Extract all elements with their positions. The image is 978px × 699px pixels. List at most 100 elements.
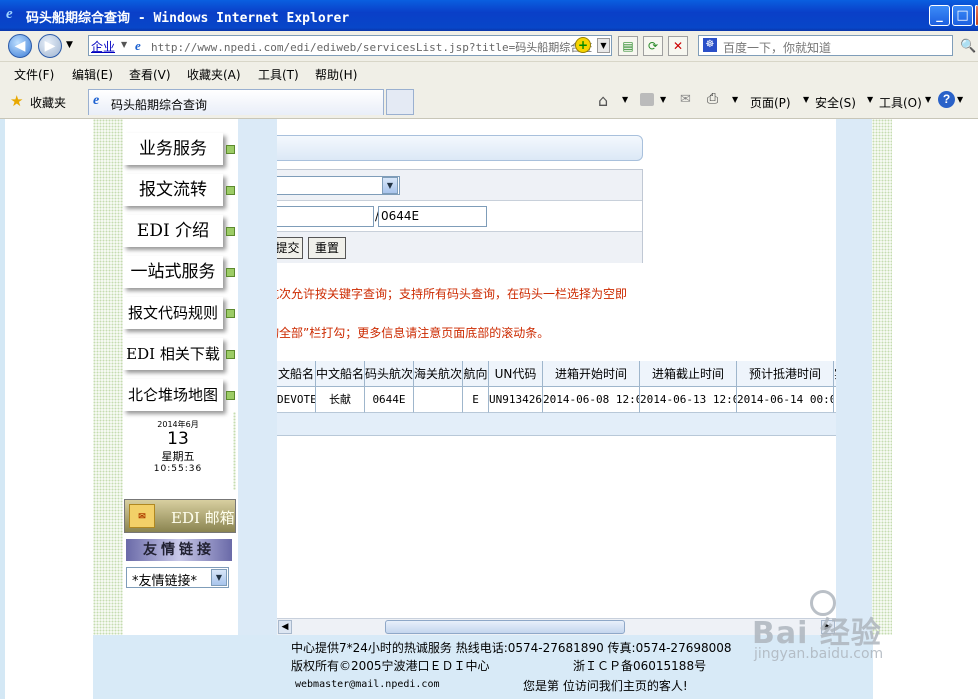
safety-dropdown-icon: ▼ (867, 95, 874, 104)
forward-icon[interactable]: ▶ (38, 34, 62, 58)
help-icon[interactable]: ? (938, 91, 955, 108)
footer-service-line: 中心提供7*24小时的热诚服务 热线电话:0574-27681890 传真:05… (291, 641, 732, 655)
safety-menu[interactable]: 安全(S) (815, 94, 856, 111)
date-day: 13 (167, 429, 189, 449)
menu-view[interactable]: 查看(V) (129, 66, 171, 83)
watermark-url: jingyan.baidu.com (754, 646, 884, 662)
tools-menu[interactable]: 工具(O) (879, 94, 922, 111)
compat-view-icon[interactable]: + (575, 37, 591, 53)
col-direction: 航向 (463, 361, 489, 387)
form-row-vessel: / 0644E (277, 201, 642, 232)
new-tab-button[interactable] (386, 89, 414, 115)
col-actual: 实 (834, 361, 836, 387)
minimize-button[interactable]: _ (929, 5, 950, 26)
submit-button[interactable]: 提交 (277, 237, 303, 259)
right-dot-border (872, 119, 892, 635)
ie-logo-icon: e (6, 6, 13, 22)
search-input[interactable]: ☸ 百度一下，你就知道 (698, 35, 953, 56)
chevron-down-icon[interactable]: ▼ (211, 569, 227, 586)
table-cell: 2014-06-14 00:00 (737, 387, 834, 413)
scroll-left-icon[interactable]: ◀ (278, 620, 292, 634)
favorites-button[interactable]: 收藏夹 (30, 94, 66, 111)
baidu-watermark: Bai 经验 jingyan.baidu.com (750, 590, 960, 662)
table-footer (277, 413, 836, 436)
nav-beilun-yard-map[interactable]: 北仑堆场地图 (123, 379, 223, 411)
feeds-icon[interactable] (640, 93, 654, 106)
rss-icon[interactable]: ▤ (618, 36, 638, 56)
nav-edi-intro[interactable]: EDI 介绍 (123, 215, 223, 247)
favorites-star-icon[interactable]: ★ (10, 92, 23, 110)
menu-tools[interactable]: 工具(T) (258, 66, 299, 83)
menu-edit[interactable]: 编辑(E) (72, 66, 113, 83)
form-row-terminal: ▼ (277, 170, 642, 201)
nav-message-code-rules[interactable]: 报文代码规则 (123, 297, 223, 329)
feeds-dropdown-icon[interactable]: ▼ (660, 95, 666, 104)
footer-email[interactable]: webmaster@mail.npedi.com (295, 679, 440, 690)
help-dropdown-icon[interactable]: ▼ (957, 95, 963, 104)
voyage-input[interactable]: 0644E (378, 206, 487, 227)
nav-bullet-icon (226, 145, 235, 154)
home-icon[interactable]: ⌂ (598, 91, 608, 110)
main-panel: ▼ / 0644E 提交 重置 航次允许按关键字查询；支持所有码头查询，在码头一… (277, 119, 836, 635)
back-icon[interactable]: ◀ (8, 34, 32, 58)
nav-bullet-icon (226, 350, 235, 359)
menu-help[interactable]: 帮助(H) (315, 66, 357, 83)
left-dot-border (93, 119, 123, 635)
table-cell: 长献 (316, 387, 365, 413)
col-gate-in-start: 进箱开始时间 (543, 361, 640, 387)
reset-button[interactable]: 重置 (308, 237, 346, 259)
menu-bar: 文件(F) 编辑(E) 查看(V) 收藏夹(A) 工具(T) 帮助(H) (0, 62, 978, 86)
nav-bullet-icon (226, 186, 235, 195)
tab-active[interactable]: e 码头船期综合查询 (88, 89, 384, 115)
title-bar: e 码头船期综合查询 - Windows Internet Explorer _… (0, 0, 978, 31)
left-panel-bg (233, 119, 277, 635)
print-icon[interactable]: ⎙ (707, 91, 718, 107)
form-row-buttons: 提交 重置 (277, 232, 642, 263)
date-time: 10:55:36 (153, 464, 203, 474)
scroll-thumb[interactable] (385, 620, 625, 634)
tab-title: 码头船期综合查询 (111, 98, 208, 112)
nav-message-flow[interactable]: 报文流转 (123, 174, 223, 206)
table-cell (414, 387, 463, 413)
url-text[interactable]: http://www.npedi.com/edi/ediweb/services… (151, 39, 592, 55)
tab-page-icon: e (93, 93, 100, 108)
page-icon: e (135, 38, 141, 53)
history-dropdown-icon[interactable]: ▼ (66, 40, 73, 50)
friend-links-banner: 友情链接 (126, 539, 232, 561)
nav-edi-downloads[interactable]: EDI 相关下载 (123, 338, 223, 370)
address-bar[interactable]: 企业 ▼ e http://www.npedi.com/edi/ediweb/s… (88, 35, 612, 56)
col-gate-in-cutoff: 进箱截止时间 (640, 361, 737, 387)
table-cell: 2014-06-08 12:00 (543, 387, 640, 413)
friend-links-select[interactable]: *友情链接* ▼ (126, 567, 229, 589)
nav-bullet-icon (226, 309, 235, 318)
edi-mail-button[interactable]: ✉ EDI 邮箱 (124, 499, 236, 533)
vessel-name-input[interactable] (277, 206, 374, 227)
mail-icon[interactable]: ✉ (680, 92, 691, 107)
page-menu[interactable]: 页面(P) (750, 94, 791, 111)
zone-label[interactable]: 企业 (91, 38, 115, 55)
stop-icon[interactable]: ✕ (668, 36, 688, 56)
home-dropdown-icon[interactable]: ▼ (622, 95, 628, 104)
footer-copyright: 版权所有©2005宁波港口ＥＤＩ中心 (291, 659, 490, 673)
print-dropdown-icon[interactable]: ▼ (732, 95, 738, 104)
nav-business-services[interactable]: 业务服务 (123, 133, 223, 165)
footer-visitor: 您是第 位访问我们主页的客人! (523, 679, 688, 693)
maximize-button[interactable]: □ (952, 5, 973, 26)
search-placeholder: 百度一下，你就知道 (723, 41, 832, 55)
refresh-icon[interactable]: ⟳ (643, 36, 663, 56)
nav-bullet-icon (226, 391, 235, 400)
query-header-bar (277, 135, 643, 161)
zone-dropdown-icon[interactable]: ▼ (121, 40, 127, 49)
nav-one-stop-service[interactable]: 一站式服务 (123, 256, 223, 288)
table-cell: DEVOTE (277, 387, 316, 413)
mail-envelope-icon: ✉ (129, 504, 155, 528)
terminal-select[interactable]: ▼ (277, 176, 400, 195)
search-go-icon[interactable]: 🔍 (960, 39, 976, 54)
col-english-name: 文船名 (277, 361, 316, 387)
menu-file[interactable]: 文件(F) (14, 66, 54, 83)
tools-dropdown-icon: ▼ (925, 95, 932, 104)
address-dropdown-icon[interactable]: ▼ (597, 38, 610, 53)
chevron-down-icon[interactable]: ▼ (382, 177, 398, 194)
menu-favorites[interactable]: 收藏夹(A) (187, 66, 241, 83)
col-customs-voyage: 海关航次 (414, 361, 463, 387)
